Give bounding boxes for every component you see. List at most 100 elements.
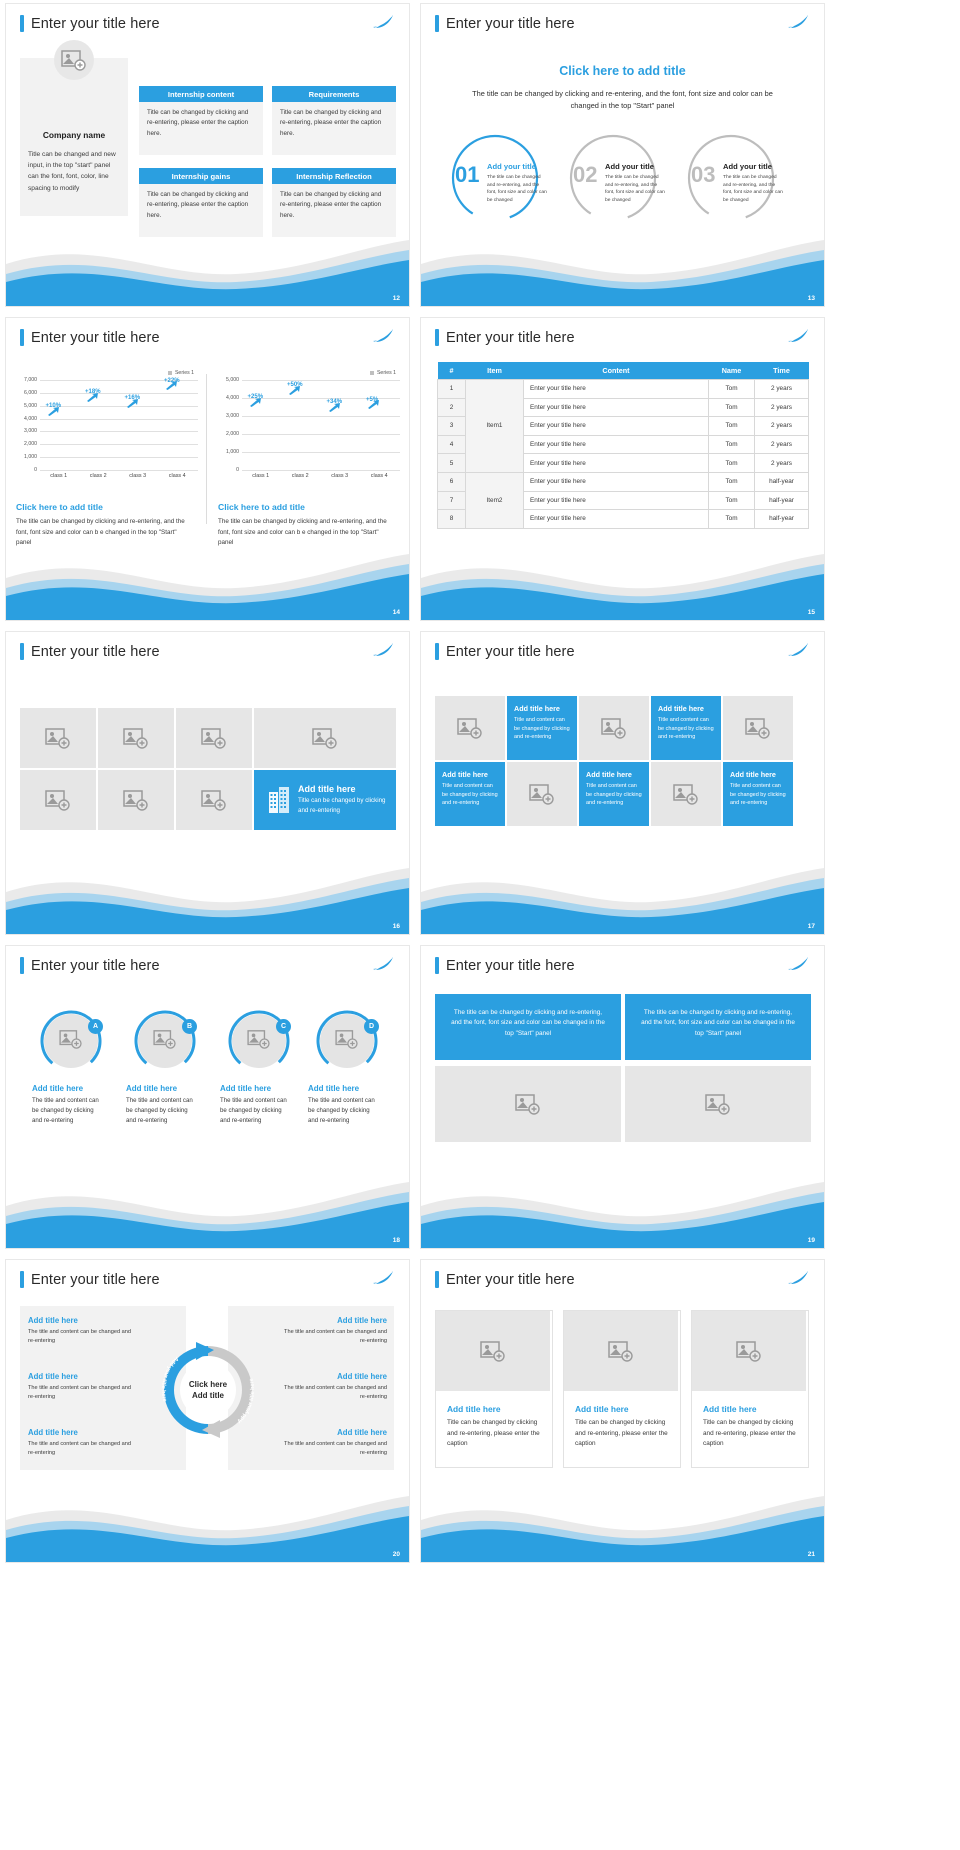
data-table[interactable]: # Item Content Name Time 1 Item1 Enter your ti… [437, 362, 809, 529]
cell-content[interactable]: Enter your title here [523, 490, 709, 511]
slide-19[interactable]: Enter your title here The title can be c… [421, 946, 824, 1248]
picture-placeholder[interactable] [507, 762, 577, 826]
caption-title-right[interactable]: Click here to add title [218, 502, 305, 512]
cell-content[interactable]: Enter your title here [523, 379, 709, 399]
slide-grid: Enter your title here Company name Title… [0, 0, 960, 1570]
circle-item-d[interactable]: D [316, 1010, 379, 1072]
card-title[interactable]: Add title here [703, 1404, 757, 1414]
add-picture-icon [601, 718, 626, 739]
info-tile[interactable]: Add title here Title and content can be c… [651, 696, 721, 760]
slide-18[interactable]: Enter your title here A Add title here T… [6, 946, 409, 1248]
page-title: Enter your title here [31, 1271, 160, 1288]
item-body: The title and content can be changed by … [220, 1097, 287, 1124]
cell-content[interactable]: Enter your title here [523, 434, 709, 455]
cell-content[interactable]: Enter your title here [523, 453, 709, 473]
cell-content[interactable]: Enter your title here [523, 397, 709, 418]
circle-item-b[interactable]: B [134, 1010, 197, 1072]
table-col-header: Name [708, 362, 755, 380]
gridline [40, 405, 198, 407]
growth-arrow-icon [166, 381, 178, 391]
picture-placeholder[interactable] [692, 1311, 806, 1391]
picture-placeholder[interactable] [436, 1311, 550, 1391]
y-axis-tick-label: 5,000 [24, 402, 37, 409]
circle-item-a[interactable]: A [40, 1010, 103, 1072]
growth-arrow-icon [249, 397, 261, 407]
picture-placeholder[interactable] [98, 708, 174, 768]
tile-body: Title and content can be changed by clic… [658, 717, 714, 741]
picture-placeholder[interactable] [435, 1066, 621, 1142]
feature-tile[interactable]: Add title here Title can be changed by c… [254, 770, 396, 830]
picture-placeholder[interactable] [176, 708, 252, 768]
info-tile[interactable]: Add title here Title and content can be c… [723, 762, 793, 826]
slide-title: Enter your title here [20, 643, 160, 660]
slide-15[interactable]: Enter your title here # Item Content Name Ti… [421, 318, 824, 620]
cell-content[interactable]: Enter your title here [523, 471, 709, 492]
cycle-diagram[interactable]: Add your title here Add your title here … [154, 1336, 262, 1444]
card-header: Internship content [139, 86, 263, 102]
page-number: 13 [807, 295, 815, 302]
circle-item-c[interactable]: C [228, 1010, 291, 1072]
caption-title-left[interactable]: Click here to add title [16, 502, 103, 512]
picture-placeholder[interactable] [435, 696, 505, 760]
card-requirements[interactable]: Requirements Title can be changed by cli… [272, 86, 396, 155]
wave-decoration [6, 868, 409, 934]
info-tile[interactable]: Add title here Title and content can be c… [507, 696, 577, 760]
slide-14[interactable]: Enter your title here Series 1 0 1,000 2,0… [6, 318, 409, 620]
picture-placeholder-wide[interactable] [254, 708, 396, 768]
picture-placeholder[interactable] [20, 708, 96, 768]
table-row[interactable]: 1 Item1 Enter your title here Tom 2 years [437, 379, 809, 473]
picture-placeholder[interactable] [579, 696, 649, 760]
center-line-2: Add title [192, 1391, 225, 1400]
picture-placeholder[interactable] [564, 1311, 678, 1391]
picture-placeholder[interactable] [20, 770, 96, 830]
card-title[interactable]: Add title here [447, 1404, 501, 1414]
item-title[interactable]: Add title here [32, 1084, 83, 1093]
page-title: Enter your title here [31, 329, 160, 346]
left-item-title[interactable]: Add title here [28, 1428, 78, 1437]
picture-placeholder[interactable] [625, 1066, 811, 1142]
card-body: Title can be changed by clicking and re-… [447, 1419, 540, 1448]
left-item-title[interactable]: Add title here [28, 1372, 78, 1381]
card-internship-content[interactable]: Internship content Title can be changed … [139, 86, 263, 155]
add-picture-icon [736, 1341, 761, 1362]
item-title[interactable]: Add title here [220, 1084, 271, 1093]
info-tile[interactable]: Add title here Title and content can be c… [435, 762, 505, 826]
picture-placeholder[interactable] [176, 770, 252, 830]
x-axis-tick-label: class 4 [370, 473, 388, 479]
info-tile[interactable]: Add title here Title and content can be c… [579, 762, 649, 826]
text-block-right[interactable]: The title can be changed by clicking and… [625, 994, 811, 1060]
item-body: The title and content can be changed by … [308, 1097, 375, 1124]
slide-16[interactable]: Enter your title here Add title here Tit… [6, 632, 409, 934]
slide-17[interactable]: Enter your title here Add title here Titl… [421, 632, 824, 934]
card-title[interactable]: Add title here [575, 1404, 629, 1414]
item-title[interactable]: Add title here [126, 1084, 177, 1093]
card-internship-gains[interactable]: Internship gains Title can be changed by… [139, 168, 263, 237]
right-item-title[interactable]: Add title here [337, 1428, 387, 1437]
company-image-placeholder[interactable] [54, 40, 94, 80]
add-picture-icon [247, 1030, 270, 1049]
title-accent-bar [435, 643, 439, 660]
item-title[interactable]: Add title here [308, 1084, 359, 1093]
picture-placeholder[interactable] [651, 762, 721, 826]
picture-placeholder[interactable] [723, 696, 793, 760]
table-row[interactable]: 6 Item2 Enter your title here Tom half-year [437, 471, 809, 529]
right-item-title[interactable]: Add title here [337, 1316, 387, 1325]
add-picture-icon [59, 1030, 82, 1049]
page-number: 17 [807, 923, 815, 930]
card-internship-reflection[interactable]: Internship Reflection Title can be chang… [272, 168, 396, 237]
cell-content[interactable]: Enter your title here [523, 509, 709, 529]
slide-20[interactable]: Enter your title here Add title here The… [6, 1260, 409, 1562]
text-block-left[interactable]: The title can be changed by clicking and… [435, 994, 621, 1060]
add-picture-icon [705, 1094, 730, 1115]
slide-12[interactable]: Enter your title here Company name Title… [6, 4, 409, 306]
add-picture-icon [45, 790, 70, 811]
left-item-title[interactable]: Add title here [28, 1316, 78, 1325]
slide-21[interactable]: Enter your title here Add title here Tit… [421, 1260, 824, 1562]
picture-placeholder[interactable] [98, 770, 174, 830]
right-item-title[interactable]: Add title here [337, 1372, 387, 1381]
feather-logo-icon [373, 957, 393, 971]
cell-index: 1 [437, 379, 466, 399]
slide-title: Enter your title here [435, 15, 575, 32]
cell-content[interactable]: Enter your title here [523, 416, 709, 436]
slide-13[interactable]: Enter your title here Click here to add … [421, 4, 824, 306]
